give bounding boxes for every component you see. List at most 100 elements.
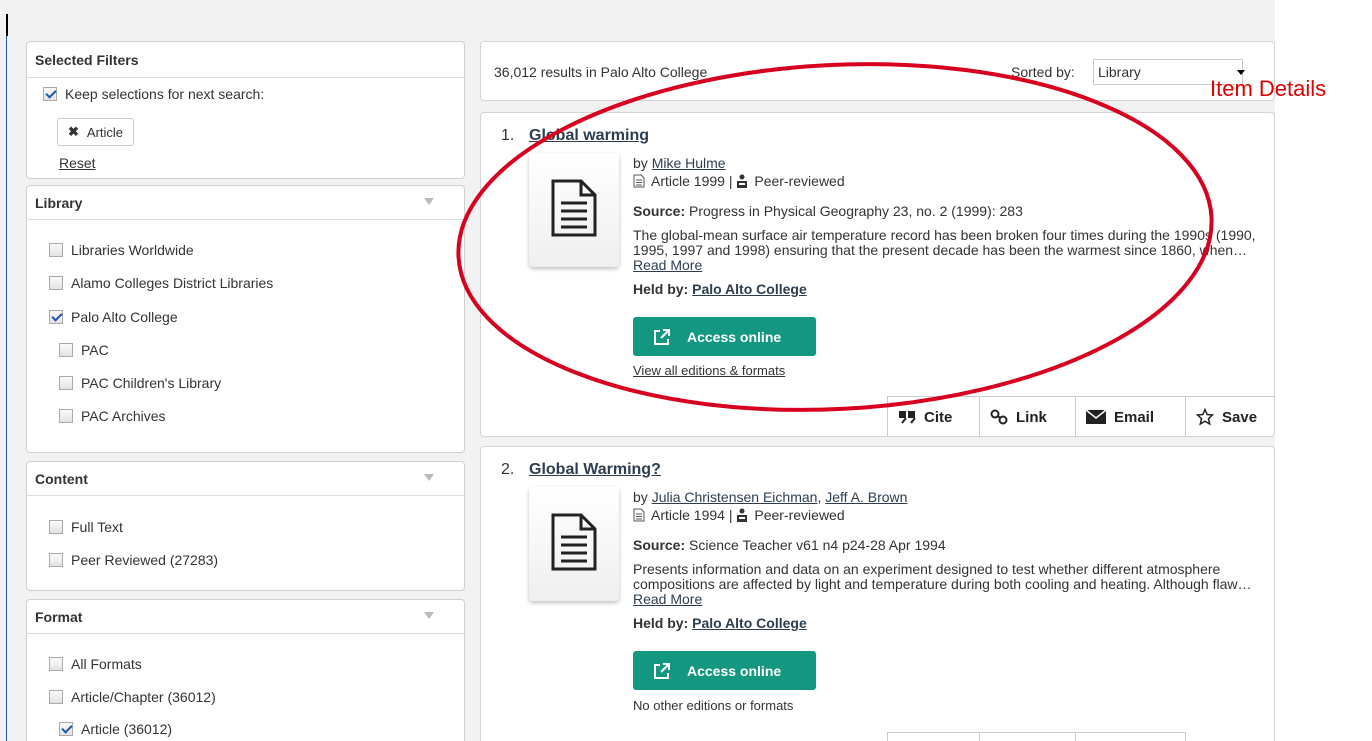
author-link[interactable]: Mike Hulme (652, 155, 726, 171)
star-icon (1196, 408, 1214, 426)
checkbox-icon[interactable] (49, 520, 63, 534)
checkbox-icon[interactable] (49, 553, 63, 567)
document-icon (551, 513, 597, 571)
save-button[interactable]: Save (1186, 397, 1276, 437)
library-item[interactable]: Palo Alto College (49, 309, 178, 325)
result-title-link[interactable]: Global warming (529, 127, 649, 145)
toolbar-slot[interactable] (980, 733, 1076, 741)
filter-chip-label: Article (86, 124, 124, 140)
library-item[interactable]: Alamo Colleges District Libraries (49, 275, 273, 291)
checkbox-icon[interactable] (59, 343, 73, 357)
editions-text: No other editions or formats (633, 698, 794, 713)
library-item-label: Libraries Worldwide (71, 242, 194, 258)
checkbox-icon[interactable] (59, 409, 73, 423)
access-online-label: Access online (687, 328, 782, 345)
format-filter-panel: Format All Formats Article/Chapter (3601… (26, 599, 465, 741)
email-label: Email (1114, 408, 1155, 426)
library-item[interactable]: PAC Archives (59, 408, 166, 424)
access-online-button[interactable]: Access online (633, 651, 816, 690)
library-item-label: PAC Children's Library (81, 375, 222, 391)
format-header[interactable]: Format (27, 600, 464, 634)
cite-label: Cite (924, 408, 953, 426)
access-online-button[interactable]: Access online (633, 317, 816, 356)
result-toolbar (887, 732, 1186, 741)
checkbox-icon[interactable] (43, 87, 57, 101)
library-item-label: Alamo Colleges District Libraries (71, 275, 274, 291)
cursor-mark (6, 14, 8, 36)
link-button[interactable]: Link (980, 397, 1076, 437)
filter-chip-article[interactable]: ✖ Article (57, 118, 135, 146)
content-item[interactable]: Full Text (49, 519, 123, 535)
result-authors: by Julia Christensen Eichman, Jeff A. Br… (633, 489, 908, 505)
content-item[interactable]: Peer Reviewed (27283) (49, 552, 218, 568)
document-icon (551, 179, 597, 237)
checkbox-icon[interactable] (59, 376, 73, 390)
collapse-icon[interactable] (424, 612, 434, 619)
content-header[interactable]: Content (27, 462, 464, 496)
checkbox-icon[interactable] (49, 276, 63, 290)
annotation-label: Item Details (1210, 76, 1327, 101)
peer-reviewed-icon (737, 508, 748, 522)
email-button[interactable]: Email (1076, 397, 1186, 437)
cite-button[interactable]: Cite (888, 397, 980, 437)
checkbox-icon[interactable] (49, 690, 63, 704)
checkbox-icon[interactable] (59, 722, 73, 736)
library-item-label: PAC (81, 342, 109, 358)
result-format: Article 1999 | Peer-reviewed (633, 173, 845, 189)
read-more-link[interactable]: Read More (633, 257, 702, 273)
window-edge (6, 36, 7, 741)
keep-selections-label: Keep selections for next search: (65, 86, 265, 102)
result-toolbar: Cite Link Email Save (887, 396, 1276, 437)
document-thumbnail[interactable] (529, 487, 619, 601)
remove-icon[interactable]: ✖ (68, 124, 79, 140)
content-item-label: Peer Reviewed (27283) (71, 552, 219, 568)
collapse-icon[interactable] (424, 198, 434, 205)
result-format: Article 1994 | Peer-reviewed (633, 507, 845, 523)
result-title-link[interactable]: Global Warming? (529, 461, 661, 479)
right-margin (1275, 0, 1372, 741)
dropdown-arrow-icon[interactable] (1237, 70, 1245, 75)
collapse-icon[interactable] (424, 474, 434, 481)
format-item-label: All Formats (71, 656, 142, 672)
link-label: Link (1016, 408, 1047, 426)
library-item-label: Palo Alto College (71, 309, 178, 325)
selected-filters-header: Selected Filters (27, 42, 464, 78)
save-label: Save (1222, 408, 1258, 426)
keep-selections-checkbox[interactable]: Keep selections for next search: (43, 86, 264, 102)
results-count: 36,012 results in Palo Alto College (494, 64, 708, 80)
peer-reviewed-text: Peer-reviewed (754, 173, 845, 189)
toolbar-slot[interactable] (888, 733, 980, 741)
result-source: Source: Progress in Physical Geography 2… (633, 203, 1023, 219)
toolbar-slot[interactable] (1076, 733, 1186, 741)
view-editions-link[interactable]: View all editions & formats (633, 363, 785, 378)
external-link-icon (654, 328, 670, 345)
library-item[interactable]: Libraries Worldwide (49, 242, 194, 258)
library-item[interactable]: PAC (59, 342, 109, 358)
library-header[interactable]: Library (27, 186, 464, 220)
format-item[interactable]: All Formats (49, 656, 142, 672)
held-by-link[interactable]: Palo Alto College (692, 281, 807, 297)
access-online-label: Access online (687, 662, 782, 679)
content-item-label: Full Text (71, 519, 123, 535)
held-by-link[interactable]: Palo Alto College (692, 615, 807, 631)
author-link[interactable]: Julia Christensen Eichman (652, 489, 818, 505)
library-item[interactable]: PAC Children's Library (59, 375, 221, 391)
format-item-label: Article/Chapter (36012) (71, 689, 216, 705)
checkbox-icon[interactable] (49, 243, 63, 257)
checkbox-icon[interactable] (49, 657, 63, 671)
read-more-link[interactable]: Read More (633, 591, 702, 607)
library-filter-panel: Library Libraries Worldwide Alamo Colleg… (26, 185, 465, 453)
format-item[interactable]: Article/Chapter (36012) (49, 689, 216, 705)
author-link[interactable]: Jeff A. Brown (825, 489, 907, 505)
abstract-text: The global-mean surface air temperature … (633, 227, 1256, 258)
by-prefix: by (633, 155, 648, 171)
result-abstract: Presents information and data on an expe… (633, 562, 1258, 607)
by-prefix: by (633, 489, 648, 505)
checkbox-icon[interactable] (49, 310, 63, 324)
format-item[interactable]: Article (36012) (59, 721, 172, 737)
result-item: 2. Global Warming? by Julia Christensen … (480, 446, 1275, 741)
reset-link[interactable]: Reset (59, 155, 96, 171)
document-thumbnail[interactable] (529, 153, 619, 267)
held-label: Held by: (633, 281, 689, 297)
format-text: Article 1994 | (651, 507, 733, 523)
